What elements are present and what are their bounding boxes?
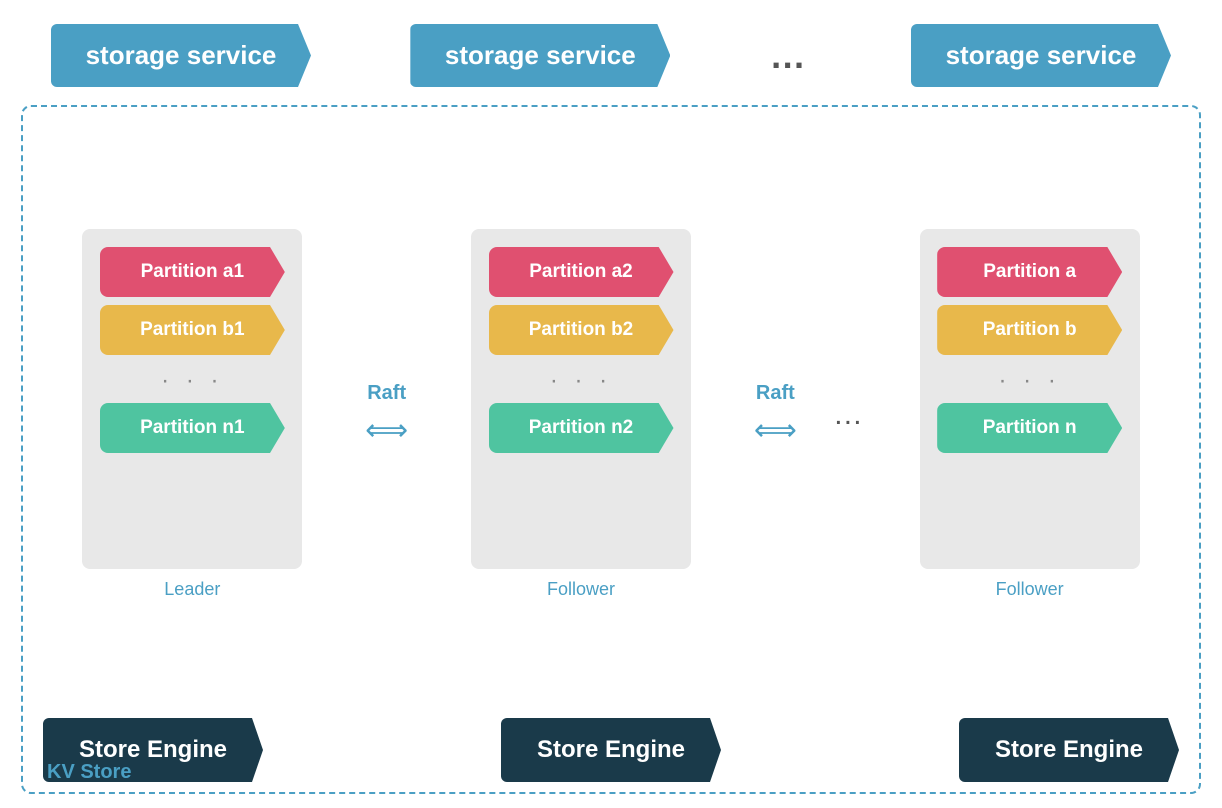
partition-dots-2: · · · — [550, 367, 612, 395]
store-engine-3: Store Engine — [959, 718, 1179, 782]
bottom-row: Store Engine Store Engine Store Engine — [43, 718, 1179, 782]
partition-a1: Partition a1 — [100, 247, 285, 297]
partition-dots-3: · · · — [999, 367, 1061, 395]
partition-n1: Partition n1 — [100, 403, 285, 453]
raft-arrow-2: ⟺ — [754, 413, 797, 448]
server-box-follower1: Partition a2 Partition b2 · · · Partitio… — [471, 229, 691, 569]
storage-service-2: storage service — [410, 24, 670, 87]
server-box-leader: Partition a1 Partition b1 · · · Partitio… — [82, 229, 302, 569]
follower1-label: Follower — [547, 579, 615, 600]
raft-connector-2: Raft ⟺ — [730, 382, 820, 448]
partition-dots-1: · · · — [161, 367, 223, 395]
raft-label-2: Raft — [756, 382, 795, 405]
top-dots: … — [770, 35, 812, 77]
storage-service-3: storage service — [911, 24, 1171, 87]
diagram: storage service storage service … storag… — [21, 14, 1201, 794]
raft-arrow-sym-1: ⟺ — [365, 413, 408, 448]
partition-b1: Partition b1 — [100, 305, 285, 355]
server-col-follower1: Partition a2 Partition b2 · · · Partitio… — [432, 229, 731, 600]
follower2-label: Follower — [996, 579, 1064, 600]
top-row: storage service storage service … storag… — [21, 24, 1201, 87]
partition-n: Partition n — [937, 403, 1122, 453]
raft-connector-1: Raft ⟺ — [342, 382, 432, 448]
raft-label-1: Raft — [367, 382, 406, 405]
partition-b2: Partition b2 — [489, 305, 674, 355]
middle-section: Partition a1 Partition b1 · · · Partitio… — [43, 127, 1179, 702]
partition-a2: Partition a2 — [489, 247, 674, 297]
kv-store-label: KV Store — [47, 761, 131, 784]
server-box-follower2: Partition a Partition b · · · Partition … — [920, 229, 1140, 569]
partition-a: Partition a — [937, 247, 1122, 297]
server-col-leader: Partition a1 Partition b1 · · · Partitio… — [43, 229, 342, 600]
server-col-follower2: Partition a Partition b · · · Partition … — [880, 229, 1179, 600]
partition-b: Partition b — [937, 305, 1122, 355]
raft-arrow-sym-2: ⟺ — [754, 413, 797, 448]
mid-dots: … — [820, 398, 880, 432]
store-engine-2: Store Engine — [501, 718, 721, 782]
raft-arrow-1: ⟺ — [365, 413, 408, 448]
partition-n2: Partition n2 — [489, 403, 674, 453]
leader-label: Leader — [164, 579, 220, 600]
main-area: Partition a1 Partition b1 · · · Partitio… — [21, 105, 1201, 794]
storage-service-1: storage service — [51, 24, 311, 87]
